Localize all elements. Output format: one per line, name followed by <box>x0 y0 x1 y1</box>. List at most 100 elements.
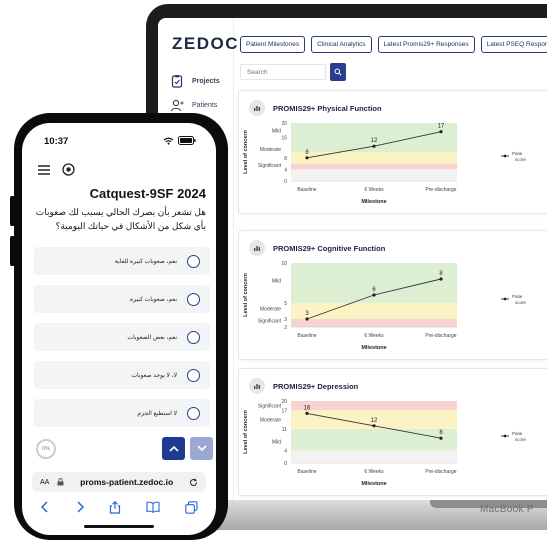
x-tick-label: 6 Weeks <box>364 333 384 339</box>
phone-side-button <box>10 236 15 266</box>
x-tick-label: 6 Weeks <box>364 469 384 475</box>
radio-button[interactable] <box>187 254 200 268</box>
menu-icon[interactable] <box>38 165 50 175</box>
tab-patient-milestones[interactable]: Patient Milestones <box>240 36 306 53</box>
top-nav: Patient Milestones Clinical Analytics La… <box>240 36 547 53</box>
chart-icon <box>249 378 265 394</box>
band-label: Moderate <box>260 307 281 313</box>
chart-card-depression: PROMIS29+ Depression 0 4 11 17 20 Significant… <box>238 368 547 496</box>
band-label: Mild <box>272 279 281 285</box>
risk-band <box>291 152 457 164</box>
y-axis-label: Level of concern <box>243 130 249 174</box>
forward-icon[interactable] <box>75 501 85 513</box>
answer-option[interactable]: نعم، صعوبات كبيرة <box>34 285 210 313</box>
next-question-button[interactable] <box>190 437 213 460</box>
tabs-icon[interactable] <box>184 500 198 514</box>
tab-clinical-analytics[interactable]: Clinical Analytics <box>311 36 372 53</box>
y-tick-label: 17 <box>281 408 287 414</box>
chart-card-cognitive-function: PROMIS29+ Cognitive Function 2 3 5 10 Mild Mo… <box>238 230 547 360</box>
user-icon <box>170 99 184 112</box>
answer-option-label: نعم، بعض الصعوبات <box>127 334 177 341</box>
home-indicator <box>84 525 154 528</box>
band-label: Moderate <box>260 147 281 153</box>
radio-button[interactable] <box>187 406 200 420</box>
answer-option-label: لا، لا يوجد صعوبات <box>131 372 177 379</box>
chart-card-physical-function: PROMIS29+ Physical Function 0 4 8 15 20 Mild M… <box>238 90 547 214</box>
chart-icon <box>249 100 265 116</box>
reader-settings-button[interactable]: AA <box>40 479 49 486</box>
y-tick-label: 11 <box>282 427 287 433</box>
radio-button[interactable] <box>187 330 200 344</box>
laptop-brand-label: MacBook P <box>480 504 534 515</box>
back-icon[interactable] <box>40 501 50 513</box>
band-label: Significant <box>258 319 282 325</box>
bookmarks-icon[interactable] <box>146 501 160 513</box>
browser-address-bar[interactable]: AA proms-patient.zedoc.io <box>32 472 206 492</box>
band-label: Moderate <box>260 418 281 424</box>
browser-toolbar <box>22 495 216 519</box>
risk-band <box>291 303 457 319</box>
y-tick-label: 3 <box>284 317 287 323</box>
tab-latest-promis29-responses[interactable]: Latest Promis29+ Responses <box>377 36 475 53</box>
data-point <box>305 411 309 415</box>
legend-label: score <box>515 157 527 162</box>
chart-card-header: PROMIS29+ Depression <box>249 378 358 394</box>
answer-option[interactable]: لا، لا يوجد صعوبات <box>34 361 210 389</box>
answer-option[interactable]: لا استطيع الجزم <box>34 399 210 427</box>
chart-svg: 0 4 8 15 20Mild Moderate Significant Level of c… <box>243 121 527 205</box>
radio-button[interactable] <box>187 368 200 382</box>
target-icon[interactable] <box>62 163 75 176</box>
risk-band <box>291 450 457 463</box>
search-button[interactable] <box>330 63 346 81</box>
band-label: Mild <box>272 439 281 445</box>
sidebar-item-label: Projects <box>192 77 220 85</box>
x-axis-label: Milestone <box>361 345 386 351</box>
phone-side-button <box>10 196 15 226</box>
url-text: proms-patient.zedoc.io <box>80 477 174 487</box>
y-tick-label: 0 <box>284 179 287 185</box>
chevron-up-icon <box>168 445 179 452</box>
chart-card-header: PROMIS29+ Physical Function <box>249 100 382 116</box>
data-point <box>305 156 309 160</box>
sidebar-item-projects[interactable]: Projects <box>170 74 220 88</box>
y-tick-label: 5 <box>284 301 287 307</box>
legend-label: Patie <box>512 151 523 156</box>
chart-title: PROMIS29+ Depression <box>273 381 359 391</box>
battery-icon <box>178 136 196 145</box>
data-point <box>439 277 443 281</box>
legend-marker <box>503 154 507 158</box>
data-point <box>372 144 376 148</box>
legend-label: score <box>515 300 527 305</box>
sidebar-item-patients[interactable]: Patients <box>170 98 217 112</box>
risk-band <box>291 428 457 451</box>
wifi-icon <box>163 137 174 145</box>
radio-button[interactable] <box>187 292 200 306</box>
chevron-down-icon <box>196 445 207 452</box>
answer-option[interactable]: نعم، بعض الصعوبات <box>34 323 210 351</box>
risk-band <box>291 401 457 411</box>
x-tick-label: 6 Weeks <box>364 187 384 193</box>
tab-latest-pseq-response[interactable]: Latest PSEQ Response <box>480 36 547 53</box>
answer-option[interactable]: نعم، صعوبات كبيرة للغاية <box>34 247 210 275</box>
data-label: 16 <box>304 405 311 411</box>
reload-icon[interactable] <box>189 477 198 487</box>
y-axis-label: Level of concern <box>243 273 249 317</box>
band-label: Significant <box>258 404 282 410</box>
risk-band <box>291 263 457 303</box>
legend-marker <box>503 297 507 301</box>
app-logo[interactable]: ZEDOC <box>172 34 239 54</box>
chart-title: PROMIS29+ Physical Function <box>273 103 382 113</box>
data-label: 12 <box>371 418 378 424</box>
data-point <box>372 293 376 297</box>
share-icon[interactable] <box>109 500 121 514</box>
lock-icon <box>57 478 64 486</box>
y-tick-label: 10 <box>281 261 287 267</box>
legend-marker <box>503 434 507 438</box>
x-axis-label: Milestone <box>361 199 386 205</box>
previous-question-button[interactable] <box>162 437 185 460</box>
data-label: 17 <box>438 124 445 130</box>
y-axis-label: Level of concern <box>243 410 249 454</box>
legend-label: Patie <box>512 294 523 299</box>
search-input[interactable] <box>240 64 326 80</box>
chart-svg: 0 4 11 17 20Significant Moderate Mild Level of … <box>243 399 527 487</box>
